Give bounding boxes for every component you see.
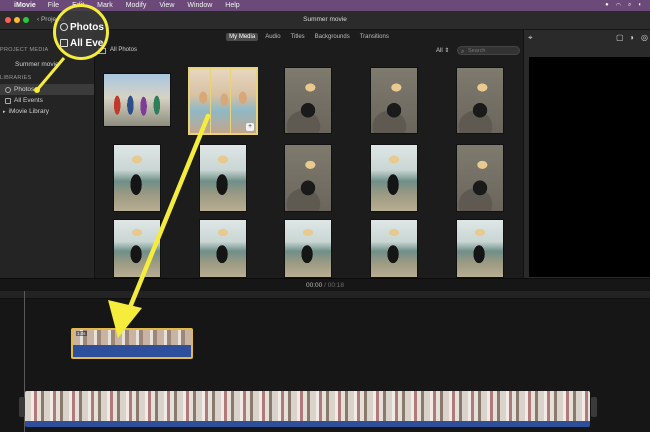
project-media-header: PROJECT MEDIA (0, 47, 49, 53)
stabilization-icon[interactable]: ◎ (641, 33, 648, 42)
callout-photos-label: Photos (70, 22, 104, 33)
viewer-panel: ⌖ ▢ ◑ ◎ (523, 30, 650, 278)
total-time: 00:18 (327, 282, 344, 289)
callout-all-events-label: All Eve (70, 38, 104, 49)
tab-audio[interactable]: Audio (262, 33, 283, 41)
menu-help[interactable]: Help (225, 2, 239, 9)
libraries-header: LIBRARIES (0, 75, 32, 81)
media-thumbnail[interactable] (113, 144, 161, 212)
media-browser: My Media Audio Titles Backgrounds Transi… (95, 30, 523, 278)
clip-filmstrip (25, 391, 590, 421)
clip-range-marker (230, 69, 231, 133)
tab-titles[interactable]: Titles (288, 33, 308, 41)
media-thumbnail[interactable] (199, 144, 247, 212)
timecode-display: 00:00 / 00:18 (0, 282, 650, 289)
clip-duration-label: 1.0s (76, 331, 87, 336)
menu-view[interactable]: View (159, 2, 174, 9)
sidebar-item-photos[interactable]: Photos (0, 84, 94, 95)
sidebar-item-label: Photos (14, 86, 35, 93)
color-balance-icon[interactable]: ▢ (616, 33, 624, 42)
sidebar-item-label: iMovie Library (8, 108, 49, 115)
tab-my-media[interactable]: My Media (226, 33, 259, 41)
tab-transitions[interactable]: Transitions (357, 33, 392, 41)
sidebar-item-all-events[interactable]: All Events (0, 95, 94, 106)
menu-app-name[interactable]: iMovie (14, 2, 36, 9)
search-icon[interactable]: ⌕ (628, 2, 631, 9)
media-thumbnail-selected[interactable]: + (188, 67, 258, 135)
control-center-icon[interactable]: ◐ (638, 2, 642, 9)
color-correction-icon[interactable]: ◑ (629, 33, 634, 42)
media-thumbnail[interactable] (370, 144, 418, 212)
filter-select[interactable]: All ⇕ (436, 47, 449, 54)
add-to-project-icon[interactable]: + (246, 123, 254, 131)
menu-window[interactable]: Window (187, 2, 212, 9)
tab-backgrounds[interactable]: Backgrounds (312, 33, 353, 41)
media-thumbnail[interactable] (456, 219, 504, 278)
menu-modify[interactable]: Modify (126, 2, 147, 9)
sidebar-item-imovie-library[interactable]: ▸ iMovie Library (0, 106, 94, 117)
timeline: 00:00 / 00:18 1.0s (0, 278, 650, 432)
photos-icon (60, 23, 68, 31)
media-thumbnail[interactable] (199, 219, 247, 278)
media-thumbnail[interactable] (456, 144, 504, 212)
clip-filmstrip (73, 330, 191, 345)
timeline-ruler[interactable] (0, 291, 650, 299)
record-icon[interactable]: ● (605, 2, 609, 9)
photos-icon (5, 86, 11, 93)
media-thumbnail[interactable] (103, 73, 171, 127)
browser-toolbar: All Photos All ⇕ ⌕ Search (95, 45, 523, 57)
sidebar-item-summer-movie[interactable]: Summer movie (0, 59, 94, 70)
crop-tool-icon[interactable]: ⌖ (528, 33, 533, 43)
libraries-sidebar: PROJECT MEDIA Summer movie LIBRARIES Pho… (0, 30, 95, 278)
media-thumbnail[interactable] (370, 219, 418, 278)
dragged-clip[interactable]: 1.0s (71, 328, 193, 359)
search-field-icon: ⌕ (461, 49, 465, 55)
source-label: All Photos (110, 47, 138, 53)
media-thumbnail[interactable] (284, 219, 332, 278)
search-placeholder: Search (468, 48, 486, 54)
menu-file[interactable]: File (48, 2, 59, 9)
sidebar-item-label: All Events (14, 97, 43, 104)
media-thumbnail[interactable] (456, 67, 504, 134)
media-thumbnail[interactable] (284, 67, 332, 134)
browser-tabs: My Media Audio Titles Backgrounds Transi… (95, 33, 523, 41)
events-icon (60, 39, 68, 47)
project-clip[interactable] (25, 391, 590, 427)
disclosure-triangle-icon[interactable]: ▸ (3, 109, 6, 115)
time-separator: / (324, 282, 326, 289)
clip-range-marker (210, 69, 211, 133)
sidebar-item-label: Summer movie (15, 61, 59, 68)
filter-value: All (436, 48, 443, 54)
wifi-icon[interactable]: ◠ (616, 2, 621, 9)
media-thumbnail[interactable] (284, 144, 332, 212)
status-icons: ● ◠ ⌕ ◐ (605, 2, 650, 9)
trim-handle-right[interactable] (591, 397, 597, 417)
search-input[interactable]: ⌕ Search (457, 46, 520, 55)
events-icon (5, 97, 11, 104)
preview-screen[interactable] (529, 57, 650, 277)
media-thumbnail[interactable] (370, 67, 418, 134)
zoom-callout: Photos All Eve (53, 4, 109, 60)
menu-mark[interactable]: Mark (97, 2, 113, 9)
current-time: 00:00 (306, 282, 323, 289)
media-thumbnail[interactable] (113, 219, 161, 278)
